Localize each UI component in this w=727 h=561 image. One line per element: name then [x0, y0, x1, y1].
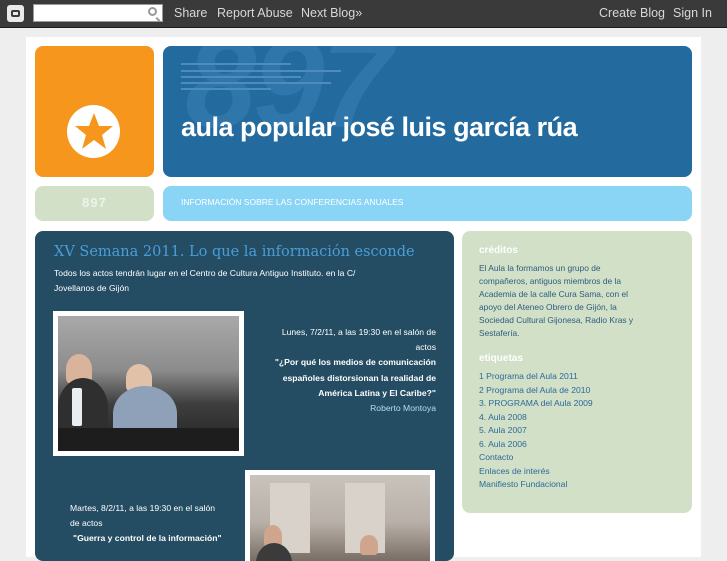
label-link[interactable]: 3. PROGRAMA del Aula 2009	[479, 398, 593, 408]
blogger-navbar: Share Report Abuse Next Blog» Create Blo…	[0, 0, 727, 28]
side-number-block: 897	[35, 186, 154, 221]
event1-date-cont: actos	[415, 342, 436, 352]
decorative-line	[181, 63, 291, 65]
event1-speaker: Roberto Montoya	[370, 403, 436, 413]
label-link[interactable]: Enlaces de interés	[479, 466, 550, 476]
side-number: 897	[82, 195, 107, 210]
decorative-line	[181, 82, 331, 84]
label-link[interactable]: Manifiesto Fundacional	[479, 479, 567, 489]
decorative-line	[181, 88, 271, 90]
creditos-text-line: Sestafería.	[479, 328, 520, 338]
label-link[interactable]: 2 Programa del Aula de 2010	[479, 385, 590, 395]
decorative-line	[181, 76, 301, 78]
sign-in-link[interactable]: Sign In	[673, 6, 712, 20]
event1-title: "¿Por qué los medios de comunicación	[274, 357, 436, 367]
event2-photo[interactable]	[245, 470, 435, 561]
share-link[interactable]: Share	[174, 6, 207, 20]
post-title[interactable]: XV Semana 2011. Lo que la información es…	[54, 244, 415, 260]
label-link[interactable]: 4. Aula 2008	[479, 412, 527, 422]
creditos-heading: créditos	[479, 245, 518, 256]
label-link[interactable]: Contacto	[479, 452, 513, 462]
sidebar: créditos El Aula la formamos un grupo de…	[462, 231, 692, 513]
main-post-panel: XV Semana 2011. Lo que la información es…	[35, 231, 454, 561]
etiquetas-heading: etiquetas	[479, 353, 523, 364]
event1-title: españoles distorsionan la realidad de	[282, 373, 436, 383]
label-link[interactable]: 6. Aula 2006	[479, 439, 527, 449]
creditos-text-line: apoyo del Ateneo Obrero de Gijón, la	[479, 302, 617, 312]
label-link[interactable]: 5. Aula 2007	[479, 425, 527, 435]
event2-date-cont: de actos	[70, 518, 103, 528]
creditos-text-line: Academia de la calle Cura Sama, con el	[479, 289, 628, 299]
event1-date: Lunes, 7/2/11, a las 19:30 en el salón d…	[281, 327, 436, 337]
blog-description: INFORMACIÓN SOBRE LAS CONFERENCIAS ANUAL…	[181, 197, 404, 207]
speaker-head	[360, 535, 378, 555]
blogger-logo-icon[interactable]	[7, 5, 24, 22]
post-intro-line: Todos los actos tendrán lugar en el Cent…	[54, 268, 356, 278]
label-link[interactable]: 1 Programa del Aula 2011	[479, 371, 578, 381]
event1-photo[interactable]	[53, 311, 244, 456]
blog-description-bar: INFORMACIÓN SOBRE LAS CONFERENCIAS ANUAL…	[163, 186, 692, 221]
search-icon[interactable]	[148, 7, 157, 16]
table	[58, 428, 239, 451]
creditos-text-line: El Aula la formamos un grupo de	[479, 263, 601, 273]
blog-header: 897 aula popular josé luis garcía rúa	[163, 46, 692, 177]
next-blog-link[interactable]: Next Blog»	[301, 6, 362, 20]
event2-title: "Guerra y control de la información"	[73, 533, 222, 543]
create-blog-link[interactable]: Create Blog	[599, 6, 665, 20]
search-input[interactable]	[33, 4, 163, 22]
post-intro-line: Jovellanos de Gijón	[54, 283, 130, 293]
star-icon	[67, 105, 120, 158]
creditos-text-line: Sociedad Cultural Gijonesa, Radio Kras y	[479, 315, 634, 325]
event1-title: América Latina y El Caribe?"	[318, 388, 436, 398]
water-bottle	[72, 388, 82, 426]
creditos-text-line: compañeros, antiguos miembros de la	[479, 276, 621, 286]
event2-date: Martes, 8/2/11, a las 19:30 en el salón	[70, 503, 216, 513]
logo-block	[35, 46, 154, 177]
report-abuse-link[interactable]: Report Abuse	[217, 6, 293, 20]
blog-title[interactable]: aula popular josé luis garcía rúa	[181, 112, 578, 143]
decorative-line	[181, 70, 341, 72]
